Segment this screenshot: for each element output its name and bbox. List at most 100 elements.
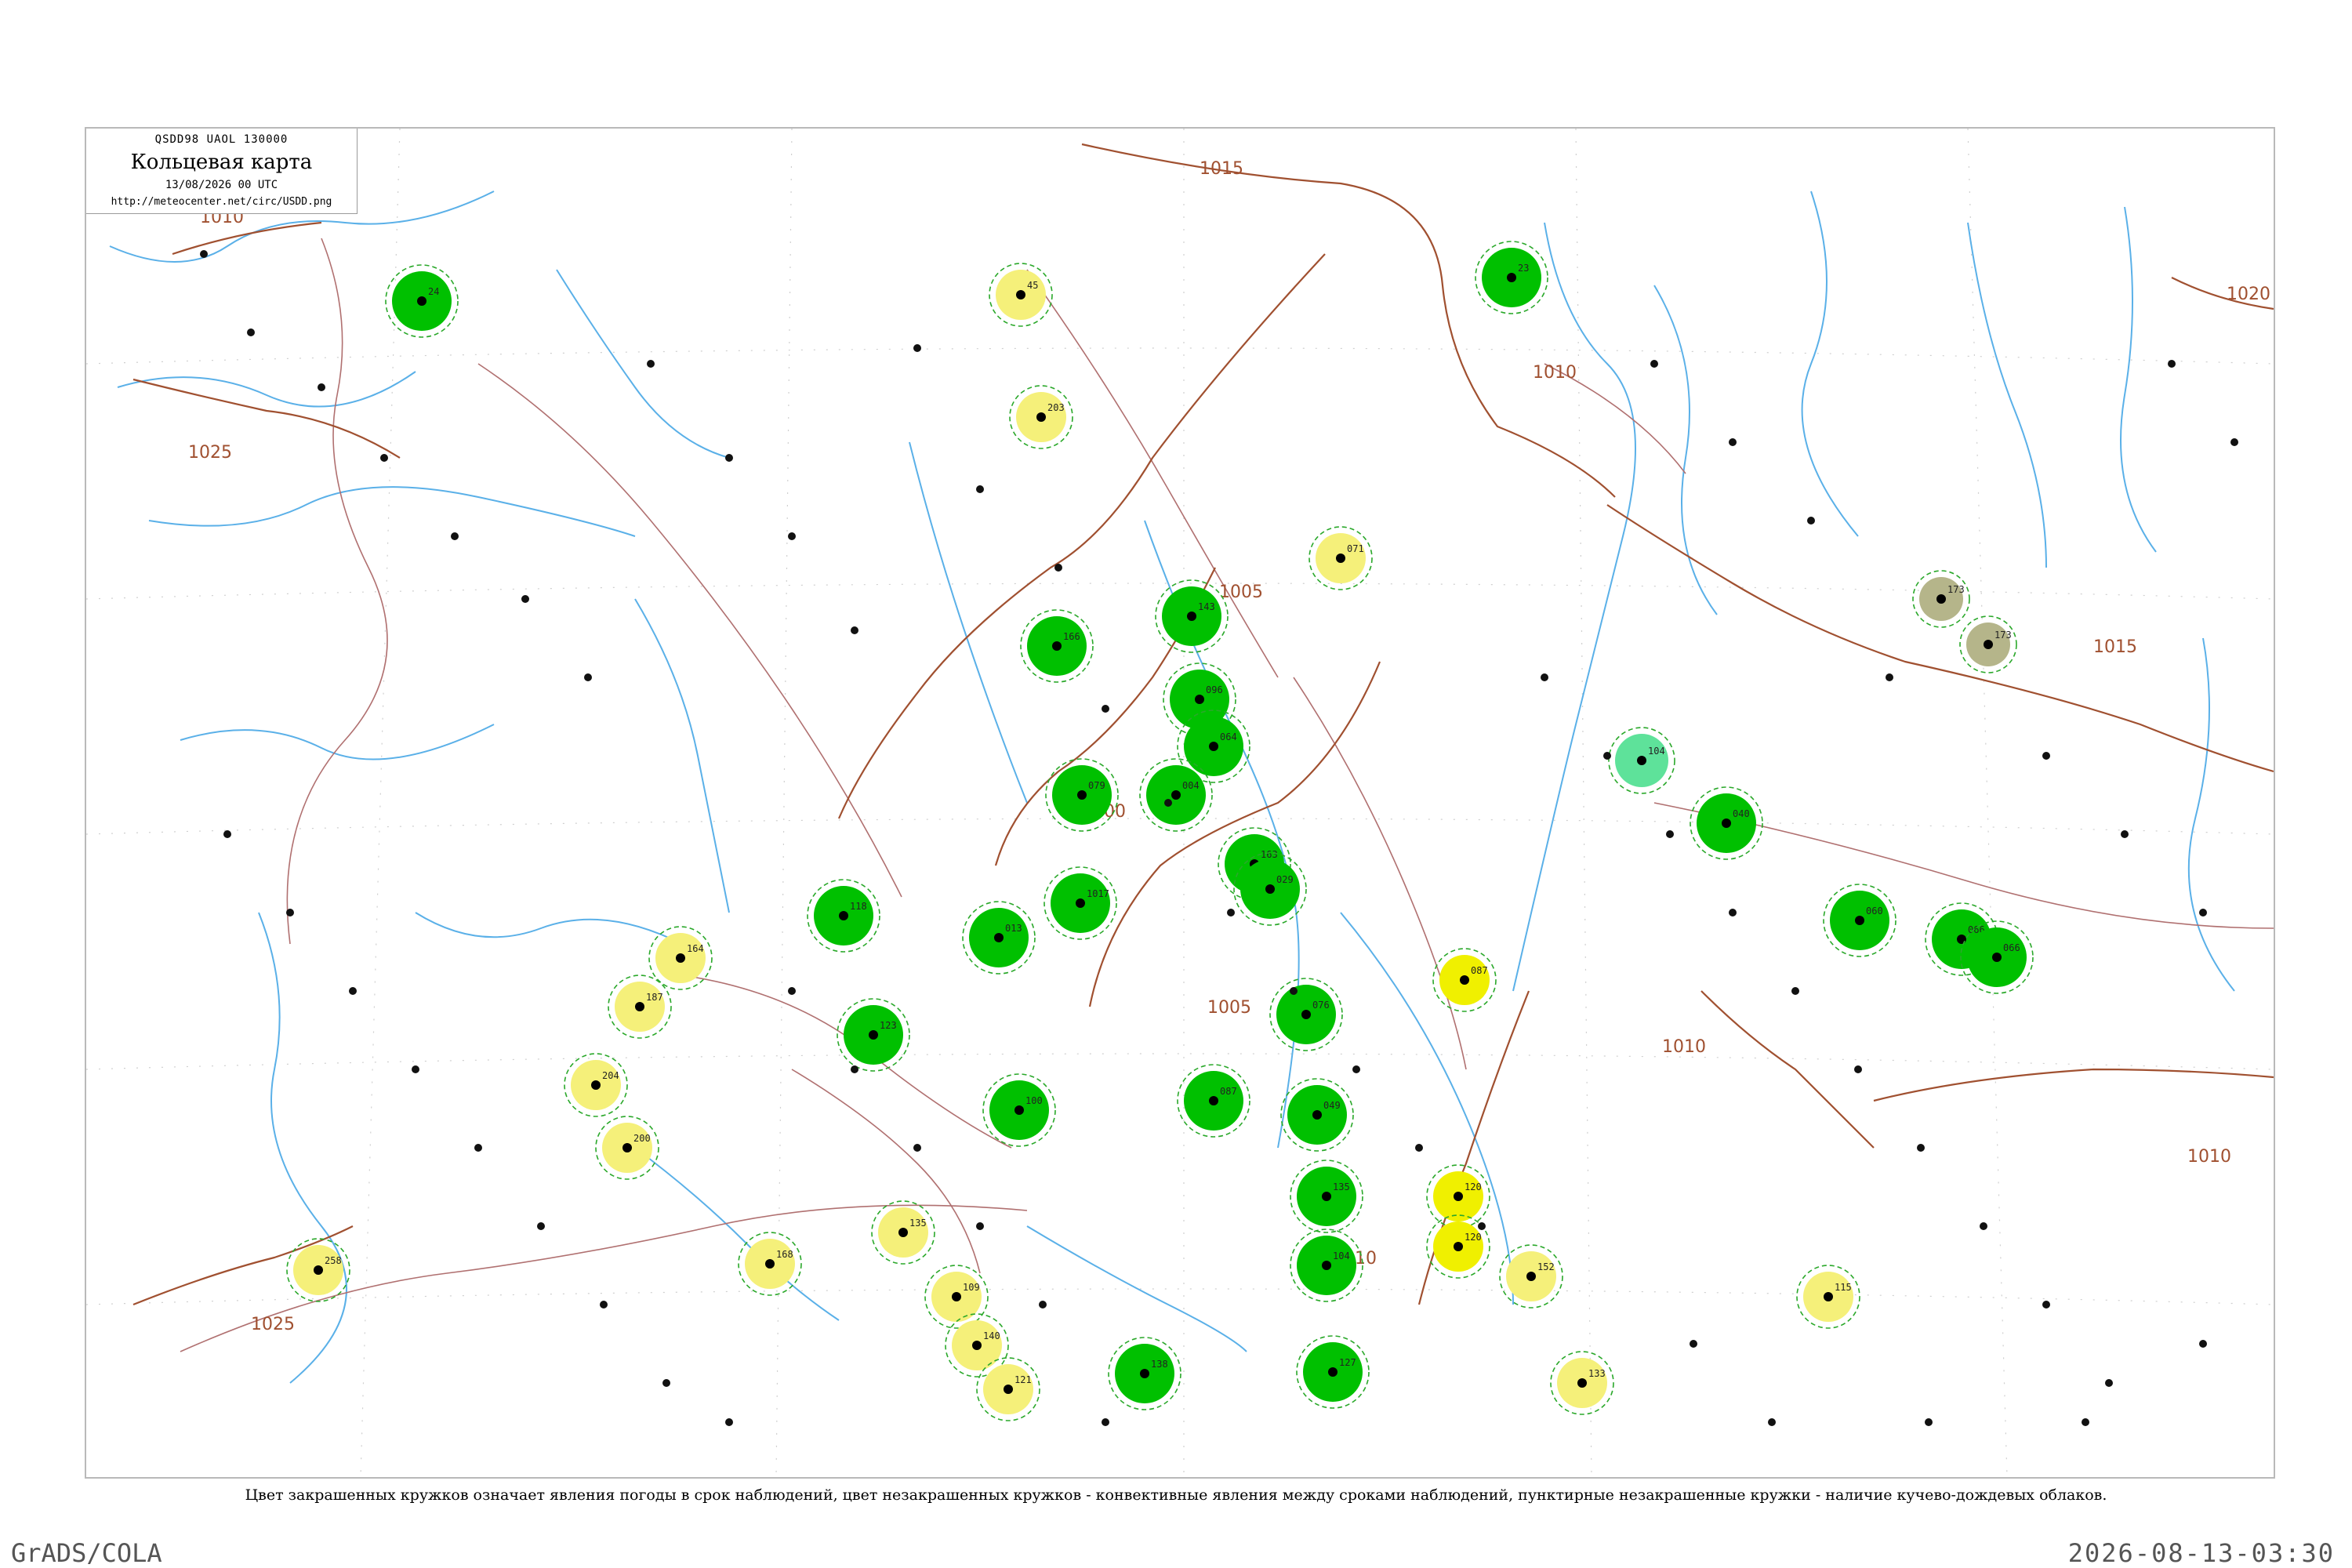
station-dot (662, 1379, 670, 1387)
station-marker: 143 (1155, 579, 1229, 653)
station-dot (1039, 1301, 1047, 1308)
station-marker: 049 (1280, 1078, 1354, 1152)
station-pressure-label: 004 (1182, 780, 1200, 791)
footer-software: GrADS/COLA (11, 1538, 162, 1568)
station-dot (1917, 1144, 1925, 1152)
station-dot (839, 911, 848, 920)
station-layer: 24 23 45 203 071 166 143 096 064 004 079 1017 013 118… (200, 241, 2238, 1426)
isobar-label: 1005 (1219, 583, 1263, 602)
station-marker: 133 (1550, 1351, 1614, 1415)
station-marker: 173 (1912, 570, 1970, 628)
station-dot (1454, 1192, 1463, 1201)
station-dot (725, 454, 733, 462)
station-pressure-label: 087 (1220, 1086, 1237, 1097)
station-pressure-label: 123 (880, 1020, 897, 1031)
station-dot (1936, 594, 1946, 604)
station-pressure-label: 168 (776, 1249, 793, 1260)
station-dot (247, 328, 255, 336)
station-pressure-label: 164 (687, 943, 704, 954)
station-dot (200, 250, 208, 258)
station-dot (1227, 909, 1235, 916)
station-marker: 013 (962, 901, 1036, 975)
isobar-label: 1005 (1207, 998, 1251, 1018)
station-dot (314, 1265, 323, 1275)
station-pressure-label: 138 (1151, 1359, 1168, 1370)
station-marker: 45 (989, 263, 1053, 327)
station-dot (591, 1080, 601, 1090)
station-pressure-label: 109 (963, 1282, 980, 1293)
station-marker: 173 (1959, 615, 2017, 673)
station-dot (1301, 1010, 1311, 1019)
station-marker: 135 (871, 1200, 935, 1265)
station-dot (1265, 884, 1275, 894)
station-pressure-label: 096 (1206, 684, 1223, 695)
station-dot (600, 1301, 608, 1308)
station-dot (2199, 1340, 2207, 1348)
station-dot (1824, 1292, 1833, 1301)
station-dot (1322, 1192, 1331, 1201)
station-pressure-label: 187 (646, 992, 663, 1003)
station-pressure-label: 133 (1588, 1368, 1606, 1379)
station-pressure-label: 029 (1276, 874, 1294, 885)
station-dot (1577, 1378, 1587, 1388)
station-dot (1171, 790, 1181, 800)
station-marker: 109 (924, 1265, 989, 1329)
station-pressure-label: 173 (1994, 630, 2012, 641)
isobar-label: 1020 (2227, 285, 2270, 304)
station-dot (725, 1418, 733, 1426)
station-dot (1791, 987, 1799, 995)
station-dot (1076, 898, 1085, 908)
legend-caption: Цвет закрашенных кружков означает явлени… (245, 1486, 2107, 1504)
station-dot (1195, 695, 1204, 704)
station-marker: 203 (1009, 385, 1073, 449)
station-pressure-label: 152 (1537, 1261, 1555, 1272)
bulletin-code: QSDD98 UAOL 130000 (154, 133, 289, 146)
station-pressure-label: 066 (2003, 942, 2020, 953)
station-marker: 029 (1233, 852, 1307, 926)
station-dot (1016, 290, 1025, 299)
station-dot (1140, 1369, 1149, 1378)
station-dot (1729, 909, 1737, 916)
station-pressure-label: 135 (909, 1218, 927, 1229)
station-dot (2082, 1418, 2089, 1426)
station-dot (1290, 987, 1298, 995)
station-dot (1454, 1242, 1463, 1251)
station-dot (1603, 752, 1611, 760)
station-pressure-label: 104 (1648, 746, 1665, 757)
station-marker: 123 (837, 998, 910, 1072)
map-url: http://meteocenter.net/circ/USDD.png (111, 196, 332, 208)
station-dot (913, 1144, 921, 1152)
station-marker: 187 (608, 975, 672, 1039)
station-pressure-label: 23 (1518, 263, 1529, 274)
station-dot (1925, 1418, 1933, 1426)
isobar-label: 1010 (1533, 363, 1577, 383)
station-pressure-label: 120 (1465, 1181, 1482, 1192)
station-dot (417, 296, 426, 306)
station-pressure-label: 087 (1471, 965, 1488, 976)
footer-timestamp: 2026-08-13-03:30 (2067, 1538, 2335, 1568)
station-marker: 087 (1177, 1064, 1250, 1138)
station-dot (1957, 935, 1966, 944)
station-pressure-label: 071 (1347, 543, 1364, 554)
station-pressure-label: 45 (1027, 280, 1038, 291)
station-dot (788, 532, 796, 540)
station-dot (1854, 1065, 1862, 1073)
station-pressure-label: 115 (1835, 1282, 1852, 1293)
station-pressure-label: 203 (1047, 402, 1065, 413)
station-dot (412, 1065, 419, 1073)
station-dot (1328, 1367, 1338, 1377)
station-pressure-label: 135 (1333, 1181, 1350, 1192)
station-marker: 24 (385, 264, 459, 338)
station-dot (1014, 1105, 1024, 1115)
station-dot (1807, 517, 1815, 524)
station-dot (2042, 752, 2050, 760)
map-title: Кольцевая карта (130, 151, 313, 174)
station-marker: 120 (1426, 1164, 1490, 1229)
station-dot (1980, 1222, 1987, 1230)
isobar-label: 1010 (2187, 1147, 2231, 1167)
station-pressure-label: 1017 (1087, 888, 1109, 899)
station-pressure-label: 076 (1312, 1000, 1330, 1011)
station-dot (286, 909, 294, 916)
station-marker: 066 (1960, 920, 2034, 994)
station-dot (1187, 612, 1196, 621)
